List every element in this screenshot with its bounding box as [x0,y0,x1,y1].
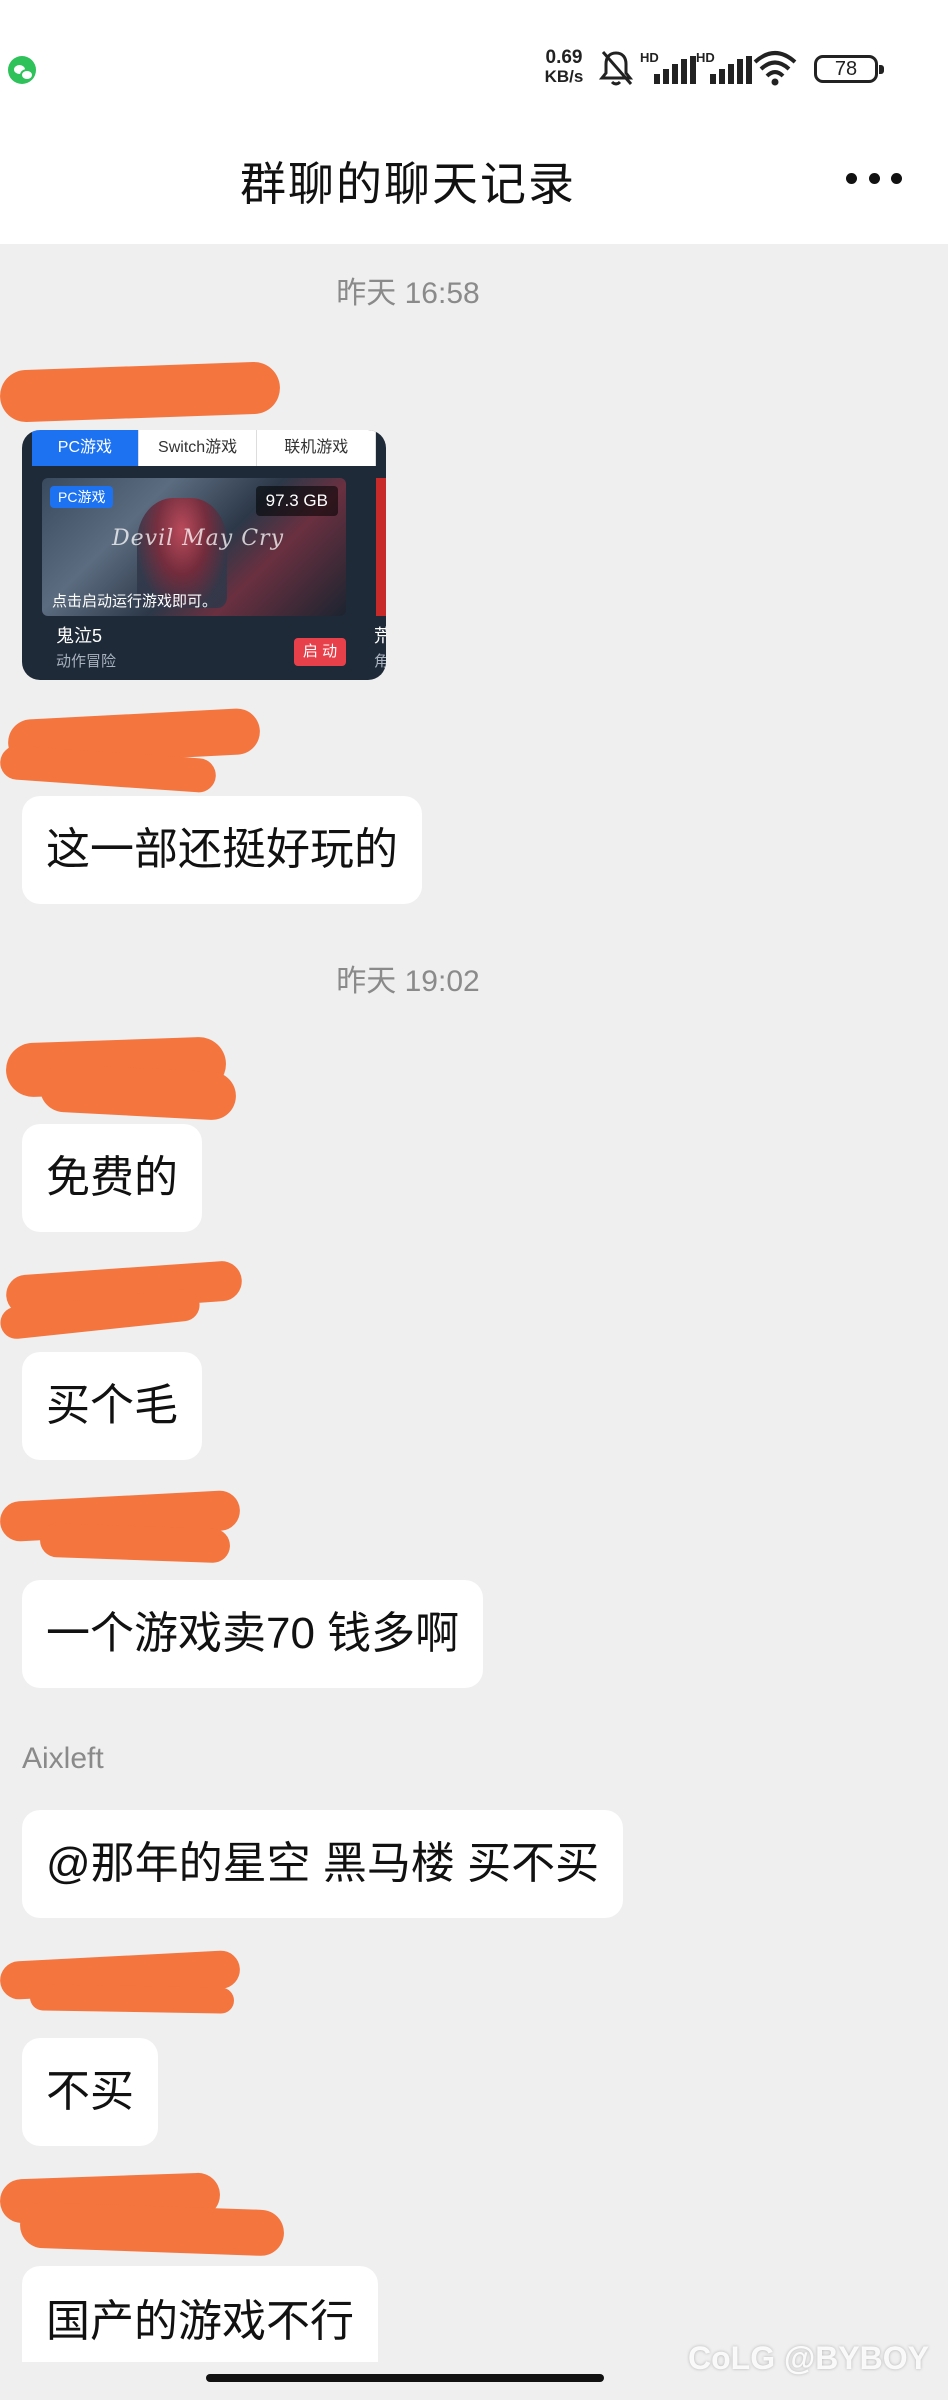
top-bar: 0.69 KB/s HD HD 78 群聊的聊天记录 [0,0,948,244]
signal-bars-icon-2 [710,56,752,84]
next-game-name: 荒 [374,626,386,646]
message-bubble[interactable]: 国产的游戏不行 [22,2266,378,2362]
game-name: 鬼泣5 [56,626,103,646]
muted-bell-icon [598,51,634,86]
tab-switch-games[interactable]: Switch游戏 [139,430,258,466]
watermark: CoLG @BYBOY [688,2340,929,2376]
redacted-sender-name [39,1522,231,1564]
cellular-signal-icon-1: HD [640,50,698,86]
network-speed: 0.69 KB/s [538,48,590,86]
next-game-category: 角 [374,653,386,670]
message-bubble[interactable]: 买个毛 [22,1352,202,1460]
platform-badge: PC游戏 [50,486,114,508]
message-bubble[interactable]: 这一部还挺好玩的 [22,796,422,904]
redacted-sender-name [38,1062,238,1122]
launch-hint: 点击启动运行游戏即可。 [52,593,218,610]
signal-bars-icon-1 [654,56,696,84]
start-game-button[interactable]: 启 动 [294,638,346,666]
message-bubble[interactable]: 不买 [22,2038,158,2146]
redacted-sender-name [0,361,281,423]
cellular-signal-icon-2: HD [696,50,754,86]
message-bubble[interactable]: 一个游戏卖70 钱多啊 [22,1580,484,1688]
tab-online-games[interactable]: 联机游戏 [257,430,377,466]
sender-name: Aixleft [22,1742,104,1775]
game-tabs: PC游戏 Switch游戏 联机游戏 [32,430,377,466]
network-speed-unit: KB/s [544,67,584,86]
message-bubble[interactable]: 免费的 [22,1124,202,1232]
more-dot [868,172,880,184]
timestamp: 昨天 19:02 [336,965,480,998]
redacted-sender-name [19,2201,285,2257]
home-indicator[interactable] [206,2374,604,2382]
timestamp: 昨天 16:58 [336,277,480,310]
message-bubble[interactable]: @那年的星空 黑马楼 买不买 [22,1810,624,1918]
game-size: 97.3 GB [255,486,338,516]
more-dot [891,172,902,184]
game-category: 动作冒险 [56,653,117,670]
tab-pc-games[interactable]: PC游戏 [32,430,139,466]
network-speed-value: 0.69 [545,47,583,68]
next-game-cover [376,478,386,616]
game-cover-image: Devil May Cry PC游戏 97.3 GB 点击启动运行游戏即可。 [42,478,346,616]
battery-icon: 78 [814,55,884,83]
game-logo: Devil May Cry [112,526,284,551]
wifi-icon [753,51,797,86]
more-icon[interactable] [846,160,902,196]
redacted-sender-name [29,1984,235,2014]
more-dot [846,172,857,184]
game-card[interactable]: PC游戏 Switch游戏 联机游戏 Devil May Cry PC游戏 97… [22,430,386,680]
wechat-notification-icon [8,56,36,84]
page-title: 群聊的聊天记录 [240,158,576,210]
